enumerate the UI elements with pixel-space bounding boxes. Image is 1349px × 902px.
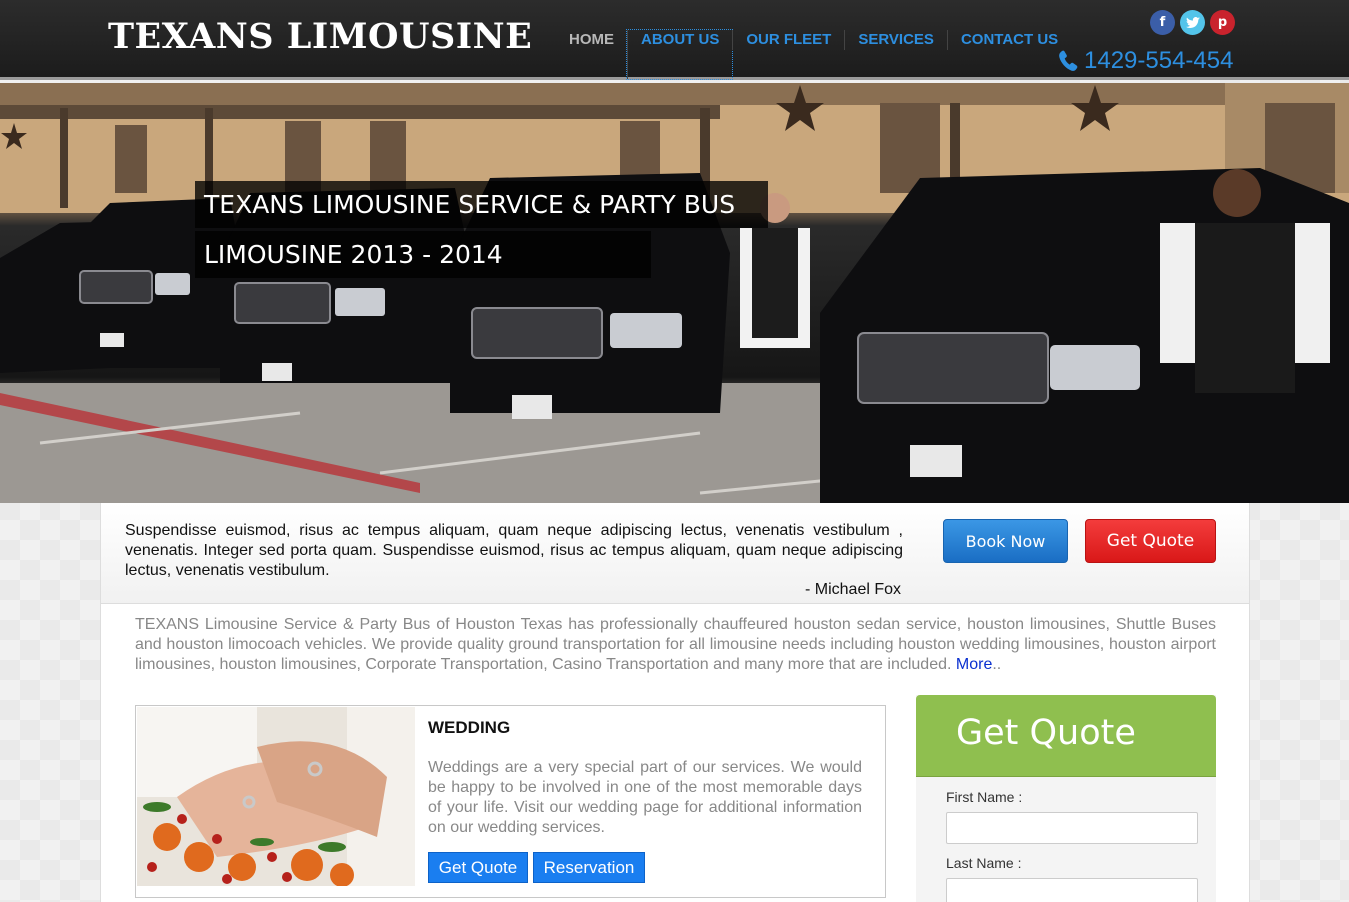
main-nav: HOME ABOUT US OUR FLEET SERVICES CONTACT… (556, 29, 1071, 80)
phone-text: 1429-554-454 (1084, 47, 1234, 74)
social-links: f p (1150, 10, 1235, 35)
nav-home[interactable]: HOME (556, 30, 627, 50)
first-name-field[interactable] (946, 812, 1198, 844)
hero-caption-line-1: TEXANS LIMOUSINE SERVICE & PARTY BUS (195, 181, 768, 228)
wedding-title: WEDDING (428, 718, 511, 737)
book-now-button[interactable]: Book Now (943, 519, 1068, 563)
site-logo[interactable]: TEXANS LIMOUSINE (108, 16, 532, 57)
hero-photo (0, 83, 1349, 503)
get-quote-button[interactable]: Get Quote (1085, 519, 1216, 563)
wedding-description: Weddings are a very special part of our … (428, 759, 862, 836)
phone-icon (1059, 50, 1078, 71)
site-header: TEXANS LIMOUSINE HOME ABOUT US OUR FLEET… (0, 0, 1349, 80)
nav-about-us[interactable]: ABOUT US (625, 29, 734, 80)
testimonial-strip: Suspendisse euismod, risus ac tempus ali… (101, 503, 1249, 604)
pinterest-icon[interactable]: p (1210, 10, 1235, 35)
intro-paragraph: TEXANS Limousine Service & Party Bus of … (135, 615, 1216, 675)
testimonial-author: - Michael Fox (805, 581, 902, 598)
nav-services[interactable]: SERVICES (844, 30, 947, 50)
facebook-icon[interactable]: f (1150, 10, 1175, 35)
more-suffix: .. (992, 656, 1002, 673)
last-name-label: Last Name : (946, 855, 1022, 871)
first-name-label: First Name : (946, 789, 1023, 805)
hero-caption-line-2: LIMOUSINE 2013 - 2014 (195, 231, 651, 278)
more-link[interactable]: More (956, 656, 992, 673)
nav-our-fleet[interactable]: OUR FLEET (732, 30, 844, 50)
main-content: Suspendisse euismod, risus ac tempus ali… (100, 503, 1250, 902)
last-name-field[interactable] (946, 878, 1198, 902)
quote-form-header: Get Quote (916, 695, 1216, 777)
nav-contact-us[interactable]: CONTACT US (946, 30, 1071, 50)
testimonial-text: Suspendisse euismod, risus ac tempus ali… (125, 522, 903, 579)
wedding-image (137, 707, 415, 886)
wedding-reservation-button[interactable]: Reservation (533, 852, 645, 883)
phone-number[interactable]: 1429-554-454 (1058, 47, 1233, 75)
hero-banner: TEXANS LIMOUSINE SERVICE & PARTY BUS LIM… (0, 83, 1349, 503)
quote-form-title: Get Quote (956, 713, 1136, 753)
twitter-icon[interactable] (1180, 10, 1205, 35)
intro-text: TEXANS Limousine Service & Party Bus of … (135, 616, 1216, 673)
wedding-get-quote-button[interactable]: Get Quote (428, 852, 528, 883)
quote-form: Get Quote First Name : Last Name : (916, 695, 1216, 902)
wedding-card: WEDDING Weddings are a very special part… (135, 705, 886, 898)
